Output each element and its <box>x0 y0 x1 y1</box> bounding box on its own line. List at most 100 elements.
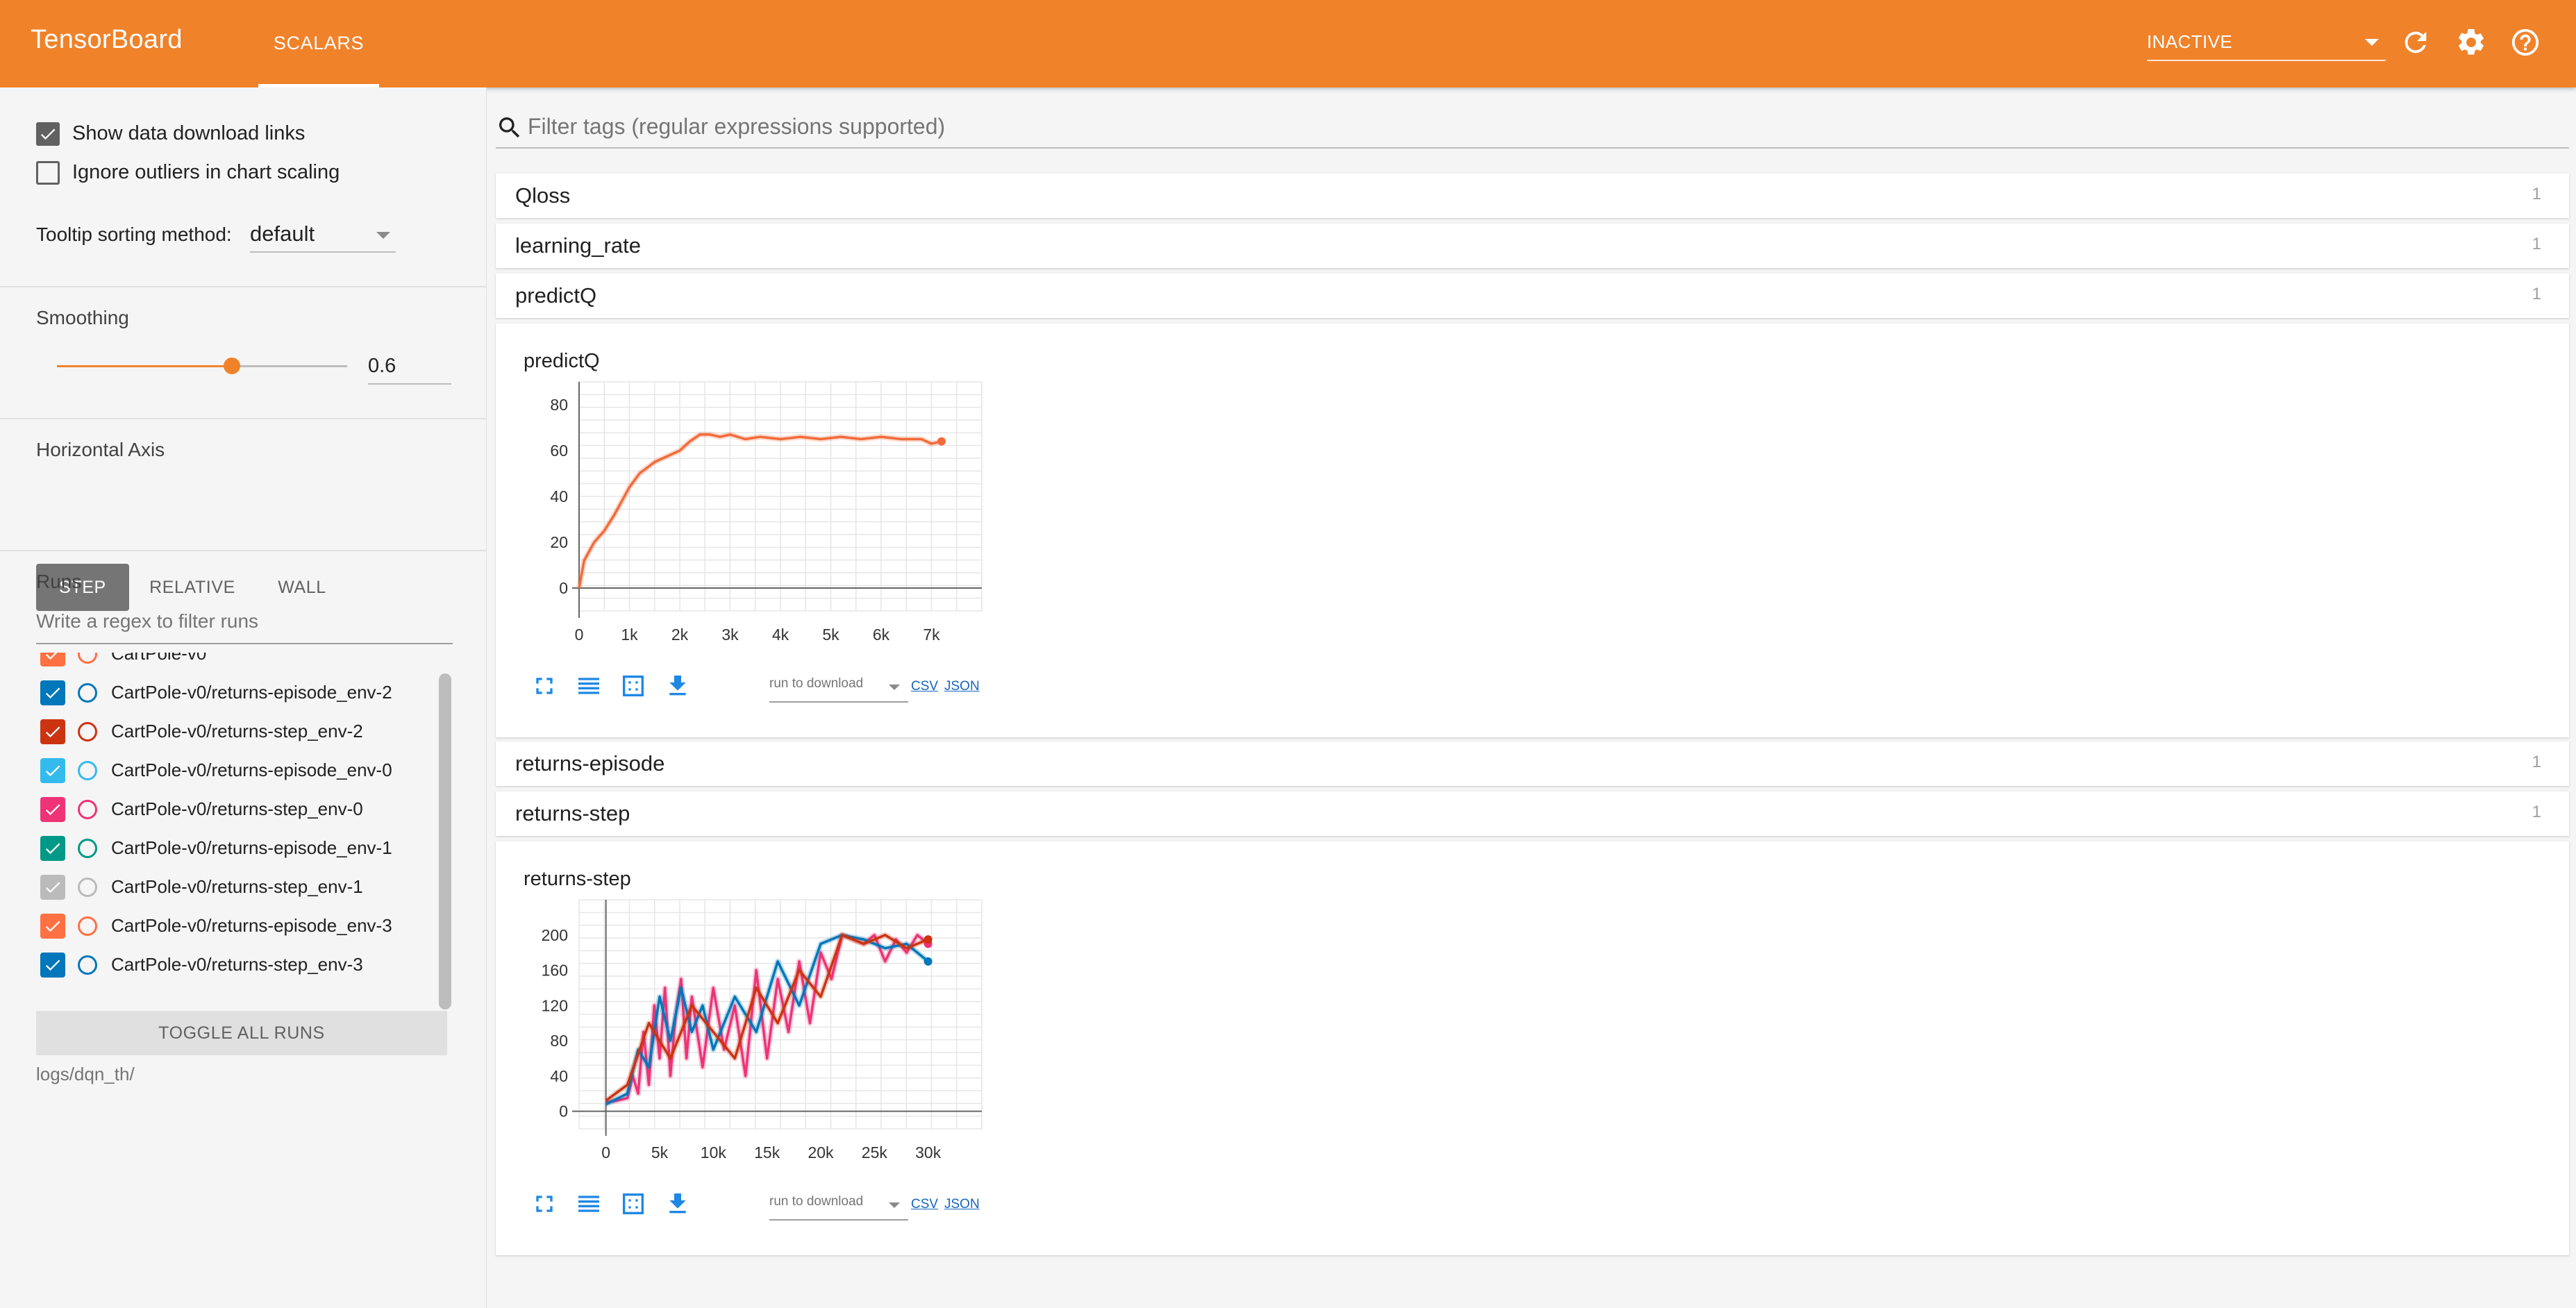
x-tick-label: 6k <box>873 626 890 644</box>
chart-title: predictQ <box>524 350 600 372</box>
category-name: learning_rate <box>515 233 641 258</box>
run-color-ring[interactable] <box>78 839 97 858</box>
download-icon[interactable] <box>664 672 692 700</box>
run-color-ring[interactable] <box>78 916 97 936</box>
run-item-3[interactable]: CartPole-v0/returns-episode_env-0 <box>40 751 429 790</box>
show-download-links-label: Show data download links <box>72 122 306 144</box>
y-tick-label: 40 <box>550 1067 568 1085</box>
run-checkbox[interactable] <box>40 914 65 939</box>
show-download-links-checkbox[interactable] <box>36 122 60 146</box>
run-label: CartPole-v0 <box>111 653 207 664</box>
check-icon <box>45 687 60 699</box>
run-checkbox[interactable] <box>40 953 65 978</box>
fit-domain-icon[interactable] <box>619 1190 647 1218</box>
y-tick-label: 0 <box>559 1102 568 1121</box>
smoothing-slider-track[interactable] <box>232 365 347 367</box>
run-checkbox[interactable] <box>40 719 65 744</box>
fullscreen-icon[interactable] <box>530 672 558 700</box>
fit-domain-icon[interactable] <box>619 672 647 700</box>
run-color-ring[interactable] <box>78 683 97 703</box>
check-icon <box>45 921 60 932</box>
run-color-ring[interactable] <box>78 761 97 780</box>
smoothing-value-input[interactable]: 0.6 <box>368 349 451 385</box>
category-name: returns-step <box>515 801 630 825</box>
run-item-2[interactable]: CartPole-v0/returns-step_env-2 <box>40 712 429 751</box>
category-returns-step[interactable]: returns-step 1 <box>496 791 2569 836</box>
run-item-4[interactable]: CartPole-v0/returns-step_env-0 <box>40 790 429 829</box>
tooltip-sorting-select[interactable]: default <box>250 217 396 253</box>
run-checkbox[interactable] <box>40 653 65 666</box>
download-icon[interactable] <box>664 1190 692 1218</box>
x-tick-label: 5k <box>822 626 839 644</box>
category-qloss[interactable]: Qloss 1 <box>496 174 2569 218</box>
chart-title: returns-step <box>524 868 631 890</box>
x-tick-label: 5k <box>651 1143 669 1162</box>
log-directory: logs/dqn_th/ <box>36 1064 135 1084</box>
run-color-ring[interactable] <box>78 878 97 897</box>
smoothing-slider-handle[interactable] <box>224 358 240 374</box>
run-item-1[interactable]: CartPole-v0/returns-episode_env-2 <box>40 673 429 712</box>
tooltip-sorting-label: Tooltip sorting method: <box>36 224 232 245</box>
run-checkbox[interactable] <box>40 680 65 705</box>
y-tick-label: 160 <box>542 962 568 980</box>
run-item-0[interactable]: CartPole-v0 <box>40 653 429 673</box>
run-selector-dropdown[interactable]: INACTIVE <box>2147 25 2386 61</box>
fullscreen-icon[interactable] <box>530 1190 558 1218</box>
json-link[interactable]: JSON <box>944 1197 980 1212</box>
run-item-6[interactable]: CartPole-v0/returns-step_env-1 <box>40 868 429 907</box>
run-to-download-select[interactable]: run to download <box>769 676 908 703</box>
ignore-outliers-checkbox[interactable] <box>36 161 60 185</box>
chevron-down-icon <box>889 1202 900 1208</box>
run-color-ring[interactable] <box>78 653 97 664</box>
toggle-all-runs-button[interactable]: TOGGLE ALL RUNS <box>36 1011 447 1055</box>
run-checkbox[interactable] <box>40 758 65 783</box>
run-checkbox[interactable] <box>40 797 65 822</box>
ignore-outliers-label: Ignore outliers in chart scaling <box>72 161 340 183</box>
run-checkbox[interactable] <box>40 836 65 861</box>
csv-link[interactable]: CSV <box>911 1197 938 1212</box>
run-item-8[interactable]: CartPole-v0/returns-step_env-3 <box>40 946 429 984</box>
run-color-ring[interactable] <box>78 800 97 819</box>
category-name: predictQ <box>515 283 597 308</box>
run-label: CartPole-v0/returns-episode_env-3 <box>111 915 392 936</box>
y-tick-label: 0 <box>559 579 568 597</box>
tag-filter-input[interactable]: Filter tags (regular expressions support… <box>496 108 2569 149</box>
horizontal-axis-title: Horizontal Axis <box>36 439 165 460</box>
refresh-icon[interactable] <box>2400 26 2432 58</box>
run-color-ring[interactable] <box>78 955 97 975</box>
check-icon <box>45 726 60 738</box>
run-item-7[interactable]: CartPole-v0/returns-episode_env-3 <box>40 907 429 946</box>
sidebar-divider <box>0 418 486 419</box>
y-tick-label: 120 <box>542 996 568 1014</box>
predictq-chart[interactable]: 0 20 40 60 80 0 1k 2k 3k 4k 5k 6k 7k <box>496 375 996 653</box>
series-end-point <box>923 957 932 966</box>
run-to-download-select[interactable]: run to download <box>769 1194 908 1221</box>
settings-icon[interactable] <box>2455 26 2487 58</box>
series-end-point <box>937 437 946 446</box>
run-to-download-value: run to download <box>769 1194 864 1209</box>
category-predictq[interactable]: predictQ 1 <box>496 274 2569 318</box>
category-count: 1 <box>2532 285 2541 303</box>
check-icon <box>45 804 60 816</box>
tab-scalars[interactable]: SCALARS <box>258 0 379 87</box>
run-color-ring[interactable] <box>78 722 97 741</box>
category-count: 1 <box>2532 185 2541 203</box>
run-selector-value: INACTIVE <box>2147 31 2233 52</box>
y-tick-label: 200 <box>542 926 568 944</box>
help-icon[interactable] <box>2509 26 2541 58</box>
category-learning-rate[interactable]: learning_rate 1 <box>496 224 2569 268</box>
toggle-log-scale-icon[interactable] <box>575 1190 603 1218</box>
x-tick-label: 10k <box>701 1143 727 1162</box>
runs-filter-input[interactable]: Write a regex to filter runs <box>36 601 453 644</box>
run-checkbox[interactable] <box>40 875 65 900</box>
csv-link[interactable]: CSV <box>911 679 938 694</box>
smoothing-title: Smoothing <box>36 307 129 328</box>
x-tick-label: 3k <box>721 626 739 644</box>
returns-step-chart[interactable]: 0 40 80 120 160 200 0 5k 10k 15k 20k 25k 30k <box>496 893 996 1171</box>
run-item-5[interactable]: CartPole-v0/returns-episode_env-1 <box>40 829 429 868</box>
runs-scrollbar[interactable] <box>439 673 451 1009</box>
toggle-log-scale-icon[interactable] <box>575 672 603 700</box>
category-returns-episode[interactable]: returns-episode 1 <box>496 741 2569 786</box>
json-link[interactable]: JSON <box>944 679 980 694</box>
search-icon <box>499 117 520 138</box>
